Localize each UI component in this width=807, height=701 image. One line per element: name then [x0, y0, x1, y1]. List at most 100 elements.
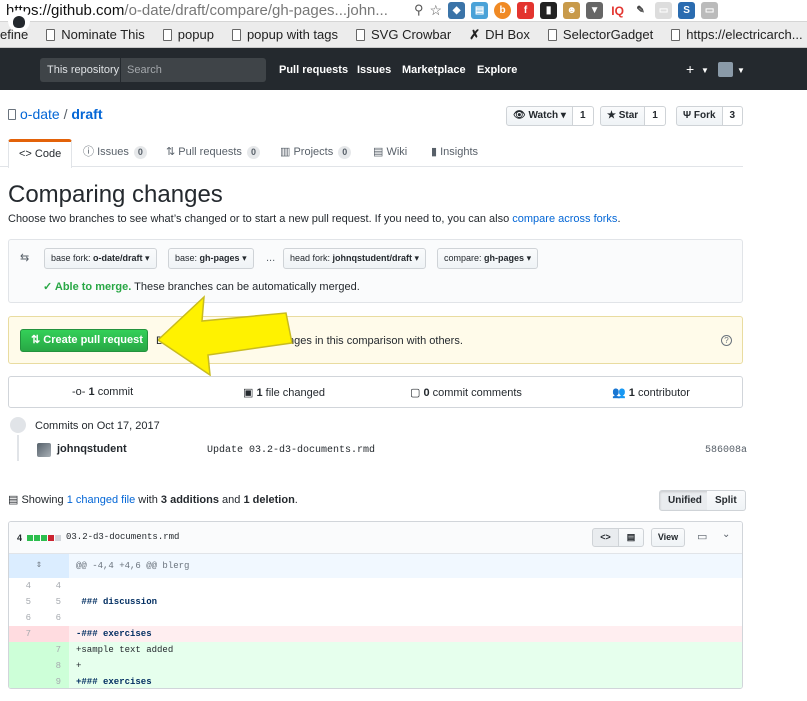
annotation-arrow-icon	[158, 295, 293, 377]
stat-commits[interactable]: -o- 1 commit	[72, 386, 133, 398]
repo-owner-link[interactable]: o-date	[20, 106, 60, 122]
fork-group: Ψ Fork 3	[676, 106, 744, 126]
iq-ext-icon[interactable]: IQ	[609, 2, 627, 19]
bookmark-item[interactable]: SVG Crowbar	[356, 27, 451, 42]
diff-line-added: 9 +### exercises	[9, 674, 742, 688]
file-diff-icon: ▣	[243, 387, 257, 399]
diff-line: 4 4	[25, 581, 61, 591]
tab-code[interactable]: <> Code	[8, 139, 73, 168]
page-icon	[162, 28, 172, 41]
chevron-down-icon[interactable]: ⌄	[722, 529, 730, 540]
nav-marketplace[interactable]: Marketplace	[402, 64, 466, 76]
compare-arrows-icon: ⇆	[20, 252, 30, 264]
ext-icon-8[interactable]: ✎	[632, 2, 650, 19]
diff-count: 4	[17, 533, 23, 543]
pull-request-icon: ⇅	[31, 334, 41, 346]
page-icon	[356, 28, 366, 41]
ext-icon-10[interactable]: S	[678, 2, 696, 19]
new-plus-icon[interactable]: +	[686, 61, 694, 77]
head-fork-select[interactable]: head fork: johnqstudent/draft ▾	[283, 248, 427, 269]
commit-message[interactable]: Update 03.2-d3-documents.rmd	[207, 445, 375, 456]
github-logo-icon[interactable]	[8, 10, 30, 32]
base-fork-select[interactable]: base fork: o-date/draft ▾	[44, 248, 157, 269]
help-icon[interactable]: ?	[721, 335, 732, 346]
stat-files[interactable]: ▣ 1 file changed	[243, 386, 325, 399]
star-bookmark-icon[interactable]: ☆	[430, 2, 443, 19]
ext-icon-11[interactable]: ▭	[701, 2, 719, 19]
repo-name-link[interactable]: draft	[71, 106, 102, 122]
compare-branch-select[interactable]: compare: gh-pages ▾	[437, 248, 539, 269]
unified-toggle[interactable]: Unified	[659, 490, 711, 511]
nav-pull-requests[interactable]: Pull requests	[279, 64, 348, 76]
watch-count[interactable]: 1	[572, 106, 594, 126]
expand-icon[interactable]: ⇕	[9, 554, 69, 578]
commit-author[interactable]: johnqstudent	[57, 443, 127, 455]
base-branch-select[interactable]: base: gh-pages ▾	[168, 248, 254, 269]
bookmark-item[interactable]: popup with tags	[231, 27, 338, 42]
bookmark-item[interactable]: SelectorGadget	[547, 27, 653, 42]
star-button[interactable]: ★ Star	[600, 106, 646, 126]
nav-issues[interactable]: Issues	[357, 64, 391, 76]
ext-icon-5[interactable]: ▮	[540, 2, 558, 19]
people-icon: 👥	[612, 387, 629, 399]
star-count[interactable]: 1	[645, 106, 666, 126]
source-view-button[interactable]: <>	[592, 528, 619, 547]
diffstat-bar	[27, 535, 61, 541]
diff-line-deleted: 7 -### exercises	[9, 626, 742, 642]
tab-projects[interactable]: ▥ Projects 0	[280, 139, 352, 167]
nav-explore[interactable]: Explore	[477, 64, 517, 76]
merge-status: ✓ Able to merge. These branches can be a…	[43, 281, 360, 293]
rich-view-button[interactable]: ▤	[618, 528, 644, 547]
url-path: /o-date/draft/compare/gh-pages...john...	[124, 2, 388, 19]
file-diff: 4 03.2-d3-documents.rmd <> ▤ View ▭ ⌄ ⇕ …	[8, 521, 743, 689]
create-pull-request-button[interactable]: ⇅ Create pull request	[20, 329, 148, 352]
browser-url-bar[interactable]: https://github.com/o-date/draft/compare/…	[0, 0, 807, 22]
fork-icon: Ψ	[683, 110, 694, 121]
repo-push-icon	[10, 417, 26, 433]
bookmark-item[interactable]: Nominate This	[46, 27, 145, 42]
desktop-icon[interactable]: ▭	[697, 530, 707, 543]
file-name[interactable]: 03.2-d3-documents.rmd	[66, 532, 179, 542]
ext-icon-4[interactable]: f	[517, 2, 535, 19]
ext-icon-3[interactable]: b	[494, 2, 512, 19]
changed-files-link[interactable]: 1 changed file	[67, 494, 136, 506]
ext-icon-2[interactable]: ▤	[471, 2, 489, 19]
stat-comments[interactable]: ▢ 0 commit comments	[410, 386, 522, 399]
python-ext-icon[interactable]: ◆	[448, 2, 466, 19]
comment-icon: ▢	[410, 387, 424, 399]
compare-across-forks-link[interactable]: compare across forks	[512, 213, 617, 225]
search-input[interactable]: Search	[120, 58, 266, 82]
tab-issues[interactable]: ⓘ Issues 0	[83, 139, 147, 167]
view-file-button[interactable]: View	[651, 528, 685, 547]
avatar[interactable]	[37, 443, 51, 457]
file-icon: ▤	[8, 494, 22, 506]
ext-icon-6[interactable]: ☻	[563, 2, 581, 19]
commits-date: Commits on Oct 17, 2017	[35, 420, 160, 432]
page-icon	[231, 28, 241, 41]
issue-icon: ⓘ	[83, 146, 98, 158]
bookmark-item[interactable]: https://electricarch...	[671, 27, 803, 42]
split-toggle[interactable]: Split	[707, 490, 746, 511]
user-avatar[interactable]	[718, 62, 733, 77]
wiki-icon: ▤	[373, 146, 387, 158]
search-scope[interactable]: This repository	[40, 58, 120, 82]
url-text[interactable]: https://github.com/o-date/draft/compare/…	[0, 2, 400, 19]
tab-wiki[interactable]: ▤ Wiki	[373, 139, 407, 167]
commit-sha[interactable]: 586008a	[705, 445, 747, 456]
bookmark-item[interactable]: ✗ DH Box	[469, 27, 530, 43]
watch-button[interactable]: 👁 Watch ▾	[506, 106, 573, 126]
fork-count[interactable]: 3	[722, 106, 744, 126]
shield-icon[interactable]: ▼	[586, 2, 604, 19]
dhbox-icon: ✗	[469, 26, 481, 42]
fork-button[interactable]: Ψ Fork	[676, 106, 723, 126]
tab-insights[interactable]: ▮ Insights	[431, 139, 478, 167]
diff-line-added: 8 +	[9, 658, 742, 674]
stat-contributors[interactable]: 👥 1 contributor	[612, 386, 690, 399]
ext-icon-9[interactable]: ▭	[655, 2, 673, 19]
bookmark-item[interactable]: popup	[162, 27, 214, 42]
tab-pull-requests[interactable]: ⇅ Pull requests 0	[166, 139, 260, 167]
page-icon	[547, 28, 557, 41]
zoom-icon[interactable]: ⚲	[414, 2, 424, 19]
diff-line: 6 6	[25, 613, 61, 623]
eye-icon: 👁	[513, 110, 529, 121]
